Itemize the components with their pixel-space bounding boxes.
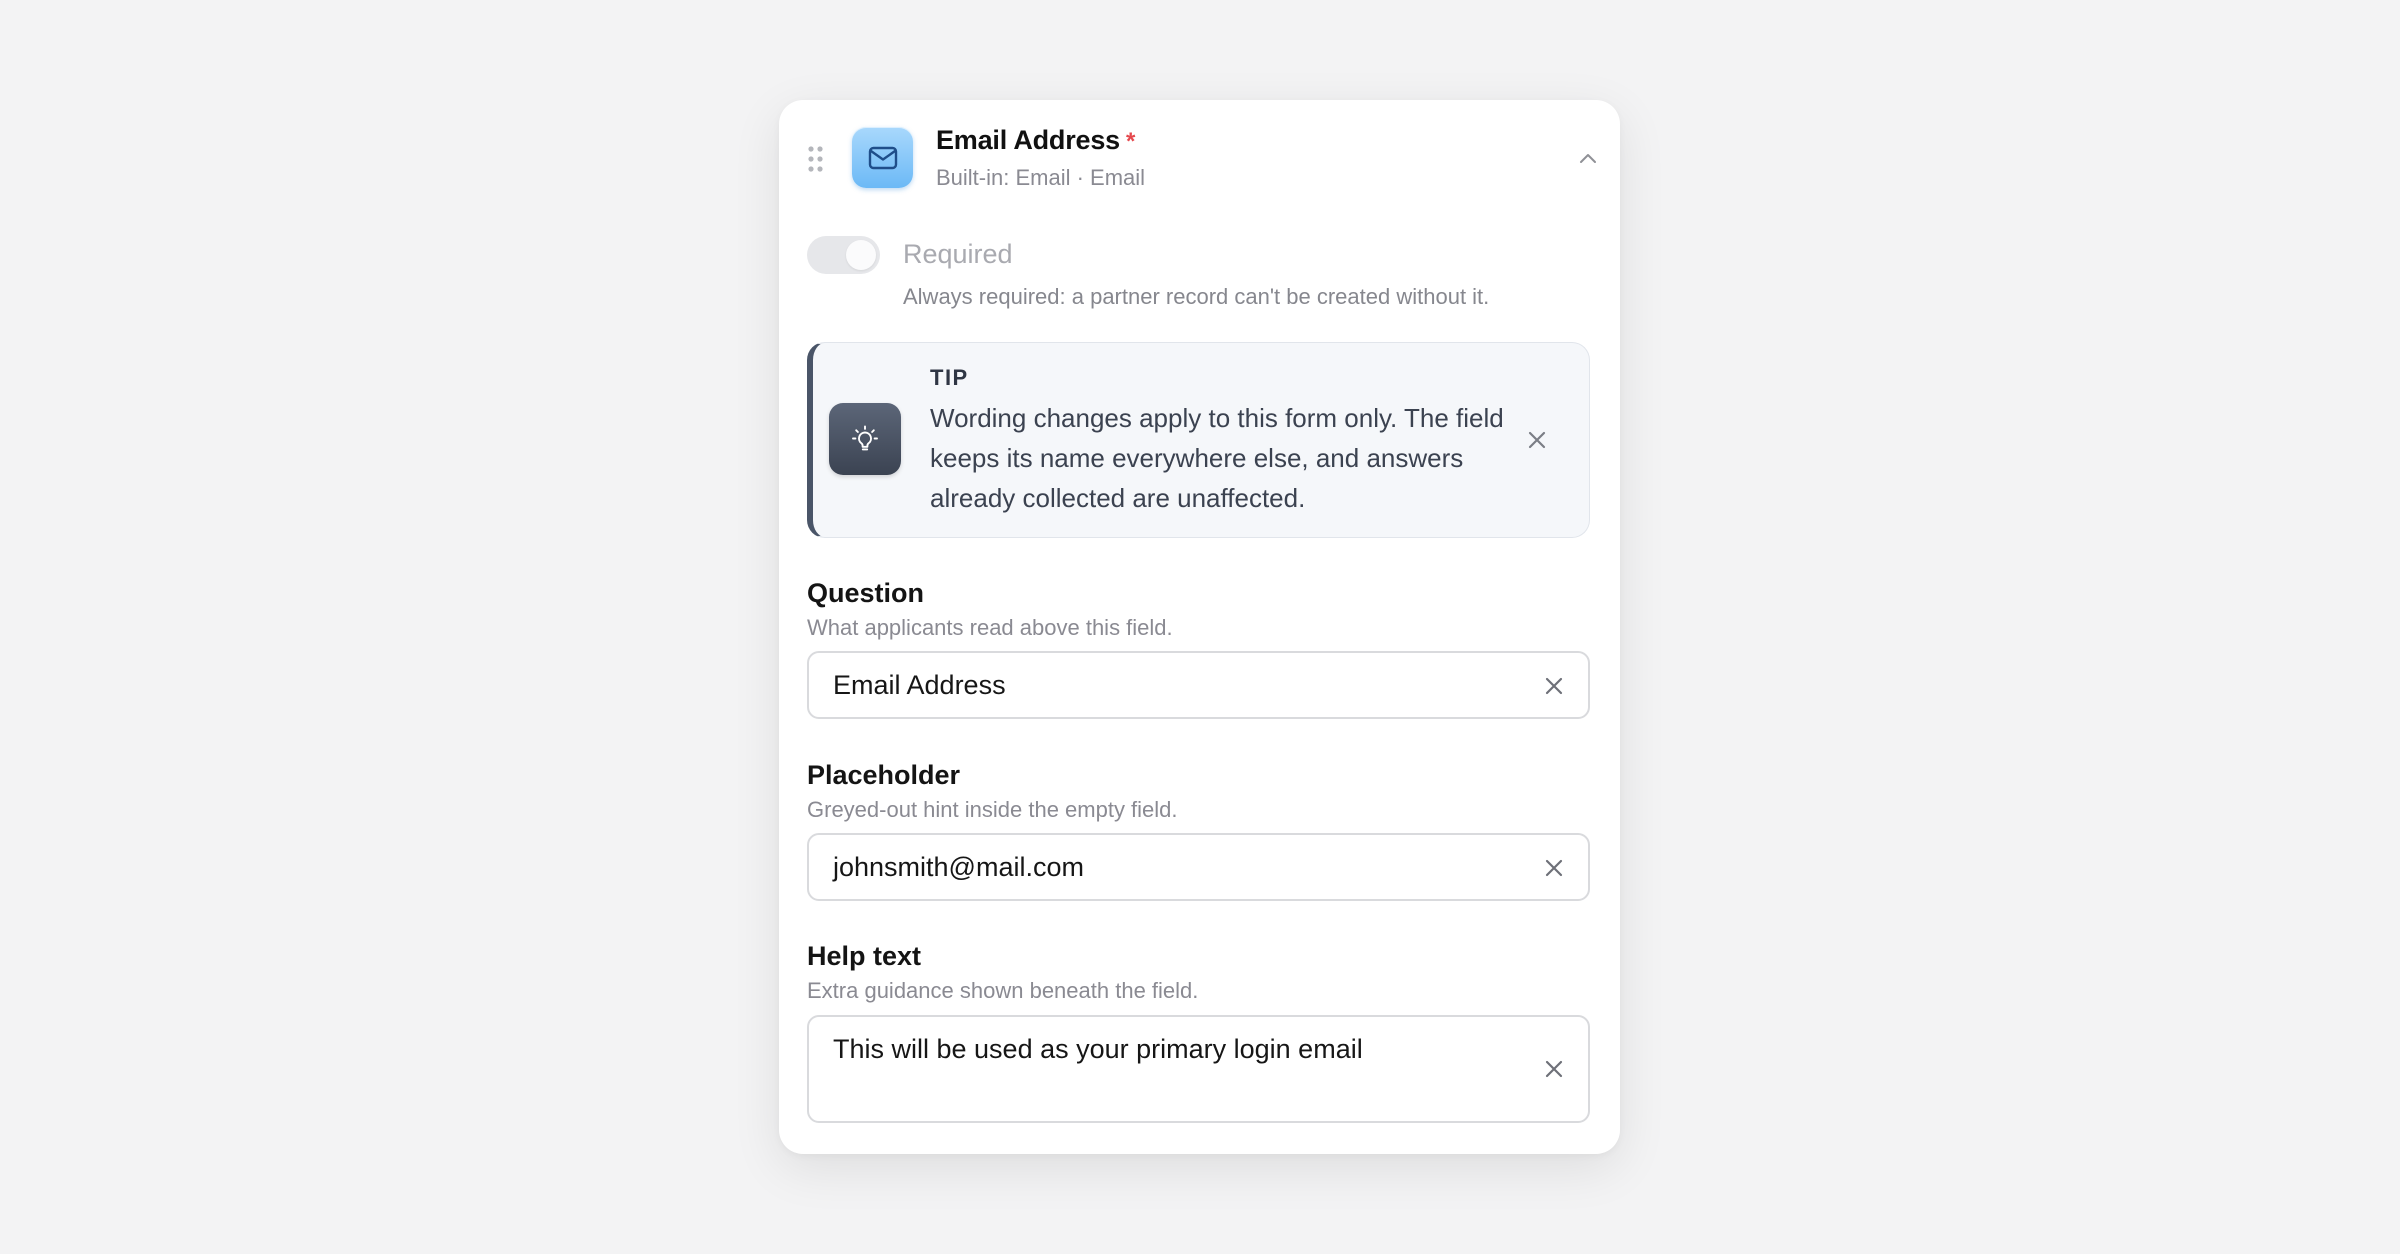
field-editor-card: Email Address * Built-in: Email · Email R… xyxy=(779,100,1620,1154)
field-title-text: Email Address xyxy=(936,125,1120,155)
lightbulb-icon xyxy=(829,403,901,475)
help-text-clear-button[interactable] xyxy=(1540,1055,1568,1083)
required-toggle-help: Always required: a partner record can't … xyxy=(903,284,1490,309)
required-toggle[interactable] xyxy=(807,236,880,274)
question-label: Question xyxy=(807,578,925,608)
close-icon xyxy=(1528,431,1546,449)
close-icon xyxy=(1545,859,1563,877)
help-text-value: This will be used as your primary login … xyxy=(833,1034,1363,1064)
drag-handle-icon[interactable] xyxy=(807,145,825,173)
question-input-value: Email Address xyxy=(833,670,1006,700)
placeholder-input-value: johnsmith@mail.com xyxy=(833,852,1084,882)
close-icon xyxy=(1545,677,1563,695)
placeholder-clear-button[interactable] xyxy=(1540,854,1568,882)
collapse-button[interactable] xyxy=(1576,146,1600,170)
close-icon xyxy=(1545,1060,1563,1078)
mail-icon xyxy=(852,127,913,188)
help-text-textarea[interactable]: This will be used as your primary login … xyxy=(807,1015,1590,1123)
toggle-knob xyxy=(846,240,876,270)
question-input[interactable]: Email Address xyxy=(807,651,1590,719)
chevron-up-icon xyxy=(1580,154,1596,163)
placeholder-label: Placeholder xyxy=(807,760,961,790)
question-help: What applicants read above this field. xyxy=(807,615,1173,640)
tip-close-button[interactable] xyxy=(1522,425,1552,455)
question-clear-button[interactable] xyxy=(1540,672,1568,700)
field-subtitle: Built-in: Email · Email xyxy=(936,165,1146,190)
help-text-help: Extra guidance shown beneath the field. xyxy=(807,978,1199,1003)
field-title: Email Address * xyxy=(936,125,1135,156)
placeholder-help: Greyed-out hint inside the empty field. xyxy=(807,797,1178,822)
help-text-label: Help text xyxy=(807,941,922,971)
required-marker: * xyxy=(1125,128,1136,155)
tip-body: Wording changes apply to this form only.… xyxy=(930,403,1504,513)
placeholder-input[interactable]: johnsmith@mail.com xyxy=(807,833,1590,901)
required-toggle-label: Required xyxy=(903,239,1013,269)
tip-heading: TIP xyxy=(930,365,969,390)
tip-callout: TIP Wording changes apply to this form o… xyxy=(807,342,1590,538)
